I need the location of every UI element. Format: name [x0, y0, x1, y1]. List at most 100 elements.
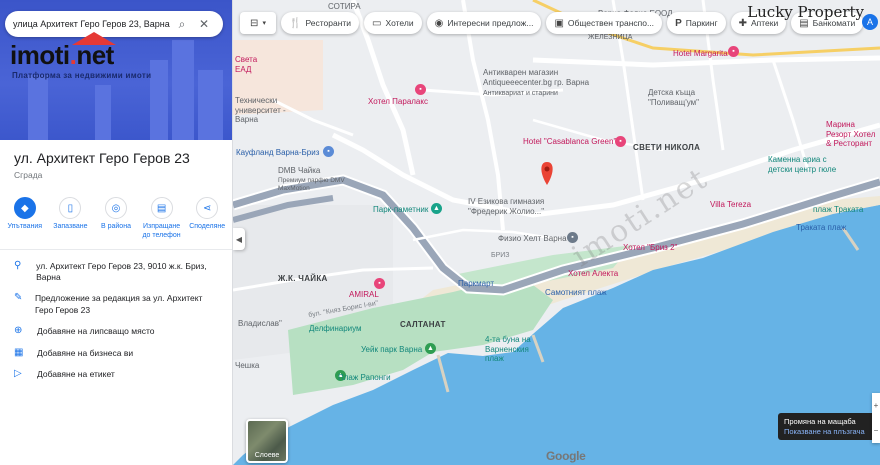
chip-transport[interactable]: ▣ Обществен транспо... [546, 12, 663, 34]
search-input[interactable]: улица Архитект Геро Геров 23, Варна [13, 19, 171, 29]
map-label-antique2: Антиквариат и старини [483, 90, 558, 97]
action-buttons: ◆ Упътвания ▯ Запазване ◎ В района ▤ Изп… [0, 186, 232, 250]
map-label-dmb2: Премиум парфю DMV MaxMotion [278, 177, 345, 192]
map-label-chaika-quarter: ЖЕЛЕЗНИЦА [588, 34, 633, 41]
map-label-antique[interactable]: Антикварен магазин Antiqueeecenter.bg гр… [483, 68, 603, 87]
zoom-controls[interactable]: + − [872, 393, 880, 443]
layers-caption: Слоеве [254, 452, 280, 459]
amiral-icon[interactable]: ▪ [374, 278, 385, 289]
edit-pencil-icon: ✎ [14, 292, 23, 304]
send-to-phone-icon: ▤ [150, 197, 173, 219]
chip-hotels[interactable]: ▭ Хотели [364, 12, 422, 34]
parking-icon: P [675, 17, 682, 29]
add-label-row[interactable]: ▷ Добавяне на етикет [0, 364, 232, 385]
map-label-school[interactable]: IV Езикова гимназия "Фредерик Жолио..." [468, 197, 583, 216]
map-label-chaika: Ж.К. ЧАЙКА [278, 274, 328, 283]
bus-icon: ▣ [554, 17, 564, 29]
park-wake-icon[interactable]: ▲ [425, 343, 436, 354]
store-icon: ▦ [14, 346, 24, 358]
map-label-trakata: Траката плаж [796, 223, 847, 232]
zoom-in-icon[interactable]: + [874, 401, 879, 410]
directions-button[interactable]: ◆ Упътвания [5, 197, 45, 241]
map-label-amiral[interactable]: AMIRAL [349, 291, 379, 299]
logo-tagline: Платформа за недвижими имоти [12, 71, 152, 80]
map-label-park[interactable]: Парк-паметник [373, 206, 428, 214]
map-canvas[interactable]: СОТИРА ЖЕЛЕЗНИЦА Варна Фолио ЕООД Hotel … [233, 0, 880, 465]
map-label-delfinarium[interactable]: Делфинариум [309, 325, 362, 333]
map-label-dmb[interactable]: DMB Чайка [278, 167, 320, 175]
map-label-fizio[interactable]: Физио Хелт Варна [498, 235, 567, 243]
map-label-hotel-margarita[interactable]: Hotel Margarita [673, 50, 728, 58]
map-label-saltanat: САЛТАНАТ [400, 320, 446, 329]
map-label-kaufland[interactable]: Кауфланд Варна-Бриз [236, 149, 319, 157]
map-label-hotel-alekta[interactable]: Хотел Алекта [568, 270, 618, 278]
map-label-tech[interactable]: Технически университет - Варна [235, 96, 305, 125]
zoom-out-icon[interactable]: − [874, 426, 879, 435]
share-icon: ⋖ [196, 197, 219, 219]
map-label-samotni[interactable]: Самотният плаж [545, 289, 607, 297]
add-place-icon: ⊕ [14, 325, 23, 337]
map-label-casablanca[interactable]: Hotel "Casablanca Green" [523, 138, 616, 146]
place-header: ул. Архитект Геро Геров 23 Сграда [0, 140, 232, 180]
layers-toggle-button[interactable]: ⊟ ▾ [240, 12, 276, 34]
map-label-kamenna[interactable]: Каменна ариа с детски центр гюле [768, 155, 853, 174]
close-icon[interactable]: ✕ [193, 17, 215, 31]
restaurant-icon: 🍴 [289, 17, 302, 29]
shopping-cart-icon[interactable]: ▪ [323, 146, 334, 157]
hotel-casablanca-icon[interactable]: ▪ [615, 136, 626, 147]
search-icon[interactable]: ⌕ [171, 17, 193, 32]
map-label-parkmart[interactable]: Паркмарт [458, 280, 494, 288]
bookmark-icon: ▯ [59, 197, 82, 219]
map-label-hotel-paralax[interactable]: Хотел Паралакс [368, 98, 428, 106]
location-pin-icon: ⚲ [14, 259, 22, 271]
map-label-ead: ЕАД [235, 65, 252, 74]
map-label-plaj-tr[interactable]: плаж Траката [813, 206, 863, 214]
map-label-sotira: СОТИРА [328, 2, 361, 11]
nearby-button[interactable]: ◎ В района [96, 197, 136, 241]
add-missing-place-row[interactable]: ⊕ Добавяне на липсващо място [0, 321, 232, 342]
collapse-panel-button[interactable]: ◀ [233, 228, 245, 250]
suggest-edit-row[interactable]: ✎ Предложение за редакция за ул. Архитек… [0, 288, 232, 321]
map-label-chesk: Чешка [235, 361, 260, 370]
account-avatar[interactable]: A [862, 14, 878, 30]
place-info-list: ⚲ ул. Архитект Геро Геров 23, 9010 ж.к. … [0, 250, 232, 392]
google-logo: Google [546, 449, 586, 463]
map-label-sveti-nikola: СВЕТИ НИКОЛА [633, 143, 701, 152]
address-row[interactable]: ⚲ ул. Архитект Геро Геров 23, 9010 ж.к. … [0, 256, 232, 289]
hotel-icon: ▭ [372, 17, 382, 29]
map-label-ueik[interactable]: Уейк парк Варна [361, 346, 422, 354]
pharmacy-icon: ✚ [738, 17, 747, 29]
chip-restaurants[interactable]: 🍴 Ресторанти [281, 12, 360, 34]
hotel-icon[interactable]: ▪ [728, 46, 739, 57]
place-type: Сграда [14, 170, 43, 180]
camera-icon: ◉ [434, 17, 444, 29]
hotel-paralax-icon[interactable]: ▪ [415, 84, 426, 95]
map-label-kids[interactable]: Детска къща "Поливащ'ум" [648, 88, 718, 107]
layers-thumbnail-button[interactable]: Слоеве [246, 419, 288, 463]
place-sidebar: улица Архитект Геро Геров 23, Варна ⌕ ✕ … [0, 0, 233, 465]
directions-icon: ◆ [13, 197, 36, 219]
nearby-icon: ◎ [104, 197, 127, 219]
chip-attractions[interactable]: ◉ Интересни предлож... [426, 12, 542, 34]
zoom-tooltip: Промяна на мащаба Показване на плъзгача [778, 413, 878, 440]
chevron-down-icon: ▾ [262, 20, 266, 27]
chevron-left-icon: ◀ [235, 234, 243, 244]
send-to-phone-button[interactable]: ▤ Изпращане до телефон [142, 197, 182, 241]
save-button[interactable]: ▯ Запазване [50, 197, 90, 241]
label-icon: ▷ [14, 368, 22, 380]
park-icon[interactable]: ▲ [431, 203, 442, 214]
map-label-vladislav: Владислав" [238, 319, 282, 328]
map-label-pl-raponigi[interactable]: Плаж Рапонги [338, 374, 391, 382]
share-button[interactable]: ⋖ Споделяне [187, 197, 227, 241]
tooltip-subtitle: Показване на плъзгача [784, 426, 865, 436]
lucky-property-brand: Lucky Property [747, 3, 864, 21]
map-label-buna[interactable]: 4-та буна на Варненския плаж [485, 335, 540, 364]
map-label-briz: БРИЗ [491, 252, 510, 259]
layers-icon: ⊟ [250, 17, 259, 29]
map-label-villa[interactable]: Villa Tereza [710, 201, 751, 209]
map-label-marina[interactable]: Марина Резорт Хотел & Ресторант [826, 120, 880, 149]
map-label-sveta: Света [235, 55, 258, 64]
map-label-hotel-briz[interactable]: Хотел "Бриз 2" [623, 244, 677, 252]
add-business-row[interactable]: ▦ Добавяне на бизнеса ви [0, 343, 232, 364]
chip-parking[interactable]: P Паркинг [667, 12, 726, 34]
